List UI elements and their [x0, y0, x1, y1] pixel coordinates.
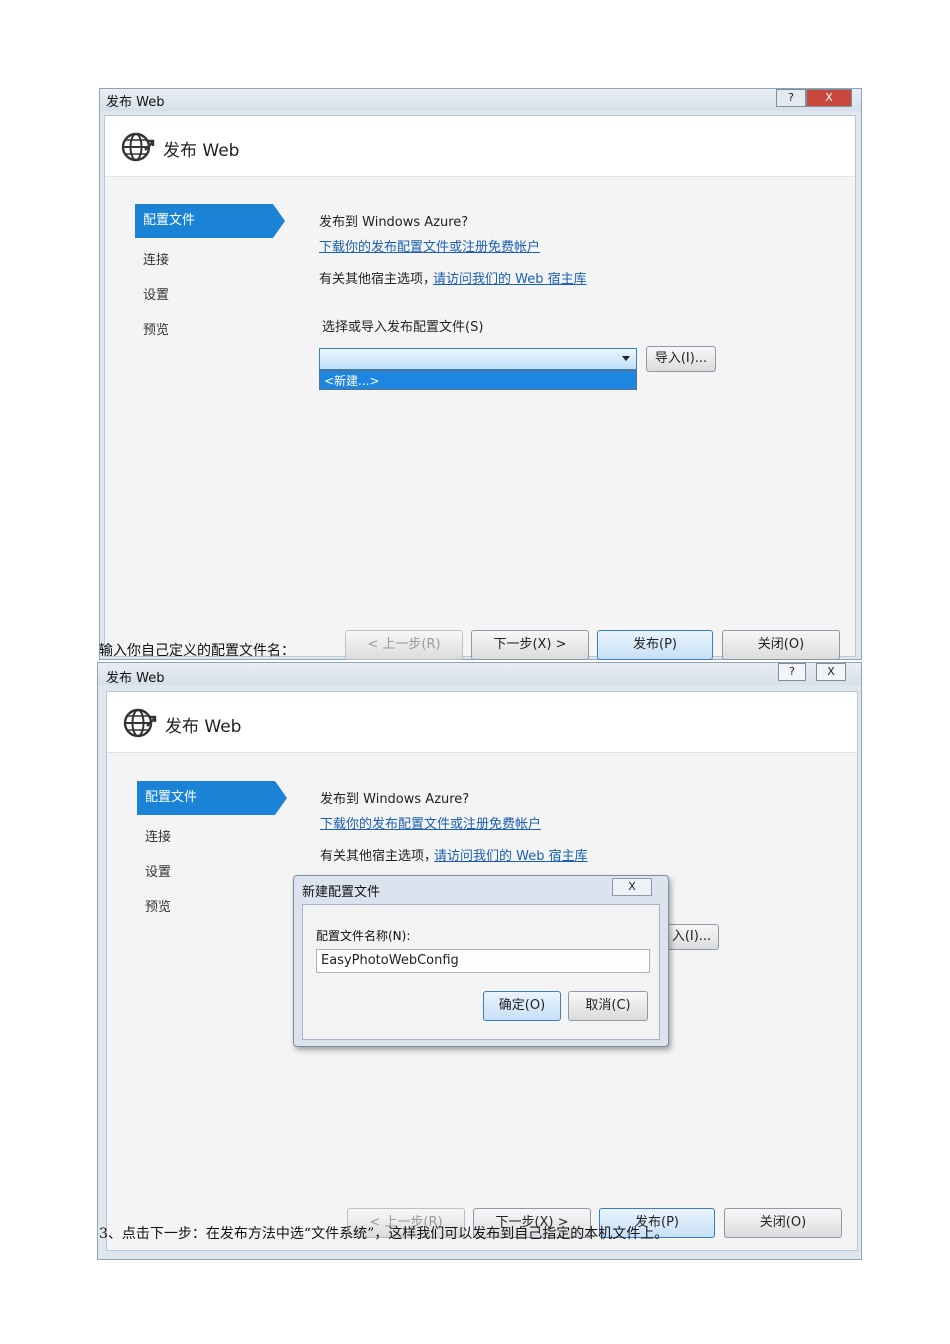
- dialog-title: 发布 Web: [165, 717, 242, 737]
- publish-web-window-1: 发布 Web ? X 发布 Web 配置文件 连接 设置 预览 发布到 Wind…: [99, 88, 862, 660]
- dialog-header: 发布 Web: [107, 692, 857, 753]
- window-close-button[interactable]: X: [816, 663, 846, 681]
- import-button[interactable]: 入(I)...: [665, 924, 719, 950]
- hosting-gallery-link[interactable]: 请访问我们的 Web 宿主库: [434, 845, 588, 864]
- dialog-client: 发布 Web 配置文件 连接 设置 预览 发布到 Windows Azure? …: [104, 115, 856, 660]
- help-button[interactable]: ?: [776, 89, 806, 107]
- dropdown-option-new[interactable]: <新建...>: [319, 370, 637, 390]
- nav-item-connection[interactable]: 连接: [145, 826, 171, 845]
- publish-button[interactable]: 发布(P): [597, 630, 713, 660]
- new-profile-dialog-body: 配置文件名称(N): EasyPhotoWebConfig 确定(O) 取消(C…: [302, 904, 660, 1040]
- nav-item-preview[interactable]: 预览: [143, 319, 169, 338]
- nav-item-connection[interactable]: 连接: [143, 249, 169, 268]
- caption-step-3: 3、点击下一步：在发布方法中选“文件系统”，这样我们可以发布到自己指定的本机文件…: [99, 1226, 669, 1242]
- dialog-header: 发布 Web: [105, 116, 855, 177]
- ok-button[interactable]: 确定(O): [483, 991, 561, 1021]
- hosting-text: 有关其他宿主选项，: [320, 849, 438, 864]
- new-profile-dialog-title: 新建配置文件: [302, 885, 381, 900]
- hosting-gallery-link[interactable]: 请访问我们的 Web 宿主库: [433, 268, 587, 287]
- caption-enter-profile-name: 输入你自己定义的配置文件名：: [99, 643, 295, 659]
- new-profile-dialog: 新建配置文件 X 配置文件名称(N): EasyPhotoWebConfig 确…: [293, 875, 669, 1047]
- window-close-button[interactable]: X: [806, 89, 852, 107]
- title-bar: 发布 Web ? X: [100, 89, 861, 111]
- next-button[interactable]: 下一步(X) >: [471, 630, 589, 660]
- nav-item-preview[interactable]: 预览: [145, 896, 171, 915]
- profile-name-input[interactable]: EasyPhotoWebConfig: [316, 949, 650, 973]
- cancel-button[interactable]: 取消(C): [568, 991, 648, 1021]
- profile-dropdown[interactable]: [319, 348, 637, 370]
- new-profile-close-button[interactable]: X: [612, 878, 652, 896]
- profile-name-label: 配置文件名称(N):: [316, 929, 411, 943]
- hosting-text: 有关其他宿主选项，: [319, 272, 437, 287]
- dialog-title: 发布 Web: [163, 141, 240, 161]
- close-button[interactable]: 关闭(O): [722, 630, 840, 660]
- globe-publish-icon: [121, 132, 155, 162]
- select-profile-label: 选择或导入发布配置文件(S): [322, 320, 484, 335]
- import-button[interactable]: 导入(I)...: [646, 346, 716, 372]
- window-title: 发布 Web: [106, 95, 165, 110]
- title-bar: 发布 Web ? X: [98, 663, 861, 686]
- nav-item-settings[interactable]: 设置: [143, 284, 169, 303]
- help-button[interactable]: ?: [778, 663, 806, 681]
- download-profile-link[interactable]: 下载你的发布配置文件或注册免费帐户: [320, 813, 541, 832]
- download-profile-link[interactable]: 下载你的发布配置文件或注册免费帐户: [319, 236, 540, 255]
- nav-item-settings[interactable]: 设置: [145, 861, 171, 880]
- nav-item-profile[interactable]: 配置文件: [135, 204, 285, 238]
- globe-publish-icon: [123, 708, 157, 738]
- close-button[interactable]: 关闭(O): [724, 1208, 842, 1238]
- chevron-down-icon: [622, 356, 630, 361]
- publish-question: 发布到 Windows Azure?: [320, 792, 470, 807]
- window-title: 发布 Web: [106, 671, 165, 686]
- nav-item-profile[interactable]: 配置文件: [137, 781, 287, 815]
- prev-button[interactable]: < 上一步(R): [345, 630, 463, 660]
- publish-question: 发布到 Windows Azure?: [319, 215, 469, 230]
